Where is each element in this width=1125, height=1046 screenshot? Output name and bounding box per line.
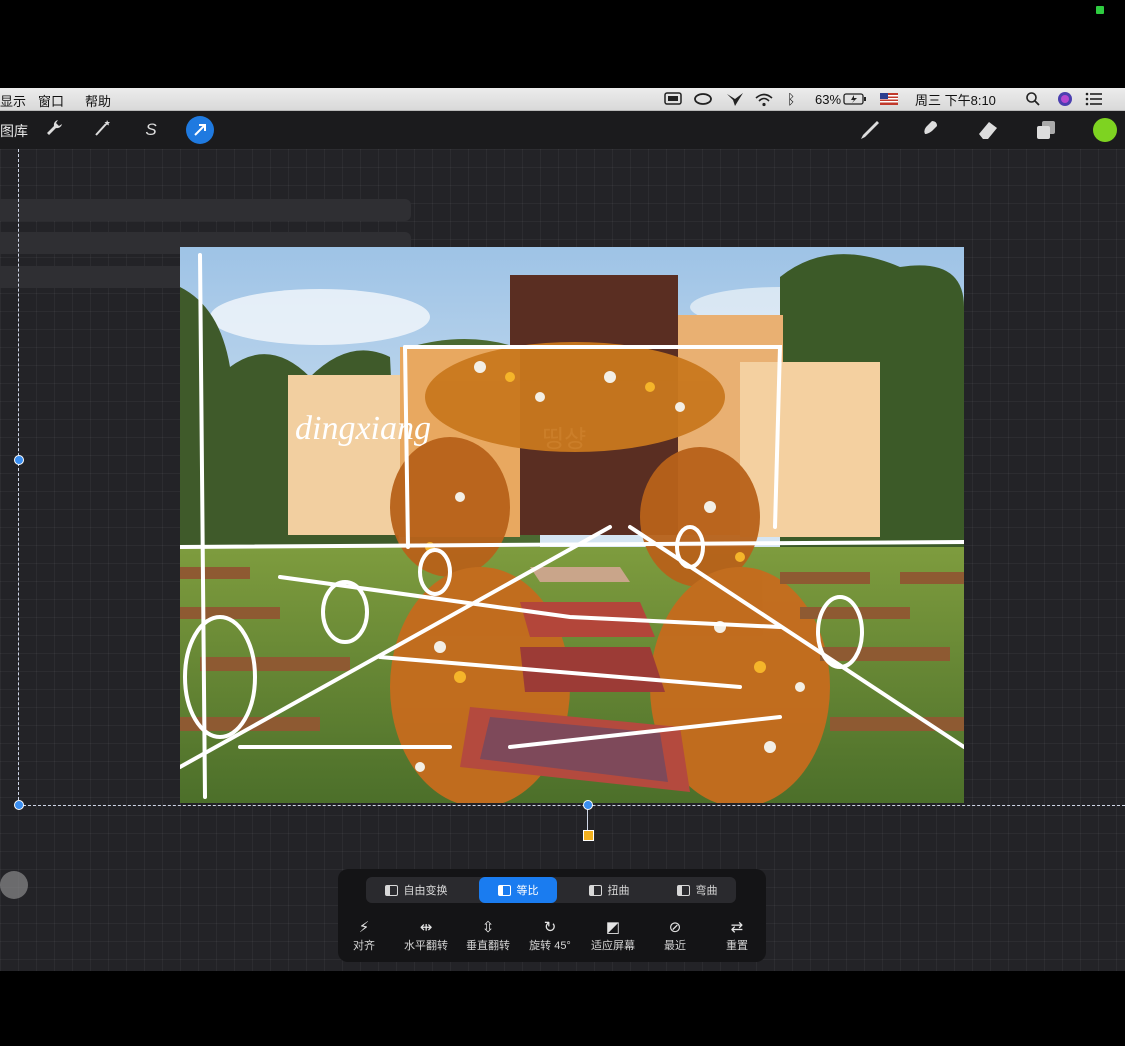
transform-handle-bottom-left[interactable] bbox=[14, 800, 24, 810]
reset-button[interactable]: ⇄ 重置 bbox=[706, 919, 768, 953]
siri-icon[interactable] bbox=[1057, 90, 1073, 108]
mac-menubar: 显示 窗口 帮助 ᛒ 63% 周三 下午8:10 bbox=[0, 88, 1125, 111]
snap-label: 对齐 bbox=[353, 940, 375, 952]
bluetooth-icon[interactable]: ᛒ bbox=[787, 90, 795, 108]
mode-distort-label: 扭曲 bbox=[607, 885, 630, 897]
rotate-45-button[interactable]: ↻ 旋转 45° bbox=[519, 919, 581, 953]
transform-arrow-icon[interactable] bbox=[186, 116, 214, 144]
sidebar-modify-button[interactable] bbox=[0, 871, 28, 899]
flip-horizontal-label: 水平翻转 bbox=[404, 940, 448, 952]
transform-bound-bottom bbox=[18, 805, 1125, 806]
transform-handle-left[interactable] bbox=[14, 455, 24, 465]
warp-icon bbox=[676, 884, 690, 896]
color-picker-swatch[interactable] bbox=[1093, 118, 1117, 142]
spotlight-search-icon[interactable] bbox=[1025, 90, 1041, 108]
transform-bound-left bbox=[18, 149, 19, 805]
selection-icon[interactable]: S bbox=[139, 118, 163, 142]
artwork-image[interactable]: dingxiang 띵샹 bbox=[180, 247, 964, 803]
flip-vertical-label: 垂直翻转 bbox=[466, 940, 510, 952]
reset-label: 重置 bbox=[726, 940, 748, 952]
recording-indicator bbox=[1096, 6, 1104, 14]
mode-warp-label: 弯曲 bbox=[695, 885, 718, 897]
sign-text: dingxiang bbox=[295, 410, 431, 447]
wrench-icon[interactable] bbox=[42, 118, 66, 142]
layers-icon[interactable] bbox=[1034, 118, 1058, 142]
mode-uniform-label: 等比 bbox=[516, 885, 539, 897]
flip-vertical-button[interactable]: ⇳ 垂直翻转 bbox=[457, 919, 519, 953]
recent-icon: ⊘ bbox=[668, 919, 682, 936]
magic-wand-icon[interactable] bbox=[90, 118, 114, 142]
menu-help[interactable]: 帮助 bbox=[85, 91, 111, 110]
mode-uniform[interactable]: 等比 bbox=[479, 877, 557, 903]
battery-icon[interactable] bbox=[843, 90, 867, 108]
uniform-icon bbox=[497, 884, 511, 896]
smudge-icon[interactable] bbox=[917, 118, 941, 142]
fit-screen-label: 适应屏幕 bbox=[591, 940, 635, 952]
mode-freeform-label: 自由变换 bbox=[403, 885, 448, 897]
transform-panel: 自由变换 等比 扭曲 弯曲 ⚡ 对齐 ⇹ 水平翻转 ⇳ 垂直翻转 ↻ 旋转 45… bbox=[338, 869, 766, 962]
mode-distort[interactable]: 扭曲 bbox=[571, 877, 647, 903]
eraser-icon[interactable] bbox=[976, 118, 1000, 142]
procreate-toolbar: 图库 S bbox=[0, 111, 1125, 149]
notification-center-icon[interactable] bbox=[1085, 90, 1103, 108]
creative-cloud-icon[interactable] bbox=[693, 90, 713, 108]
mode-warp[interactable]: 弯曲 bbox=[660, 877, 734, 903]
menu-window[interactable]: 窗口 bbox=[38, 91, 64, 110]
fit-screen-icon: ◩ bbox=[605, 919, 621, 936]
display-icon[interactable] bbox=[664, 90, 682, 108]
menu-display[interactable]: 显示 bbox=[0, 91, 26, 110]
gallery-button[interactable]: 图库 bbox=[0, 121, 28, 141]
reset-icon: ⇄ bbox=[730, 919, 744, 936]
rotate-icon: ↻ bbox=[543, 919, 557, 936]
transform-handle-bottom[interactable] bbox=[583, 800, 593, 810]
letterbox-bottom bbox=[0, 971, 1125, 1046]
rotate-45-label: 旋转 45° bbox=[529, 940, 571, 952]
flip-horizontal-button[interactable]: ⇹ 水平翻转 bbox=[395, 919, 457, 953]
flip-vertical-icon: ⇳ bbox=[481, 919, 495, 936]
transform-mode-strip: 自由变换 等比 扭曲 弯曲 bbox=[366, 877, 736, 903]
brush-icon[interactable] bbox=[858, 118, 882, 142]
rotate-handle[interactable] bbox=[583, 830, 594, 841]
us-flag-icon[interactable] bbox=[880, 90, 898, 108]
menubar-clock[interactable]: 周三 下午8:10 bbox=[915, 90, 996, 108]
fit-screen-button[interactable]: ◩ 适应屏幕 bbox=[582, 919, 644, 953]
snap-icon: ⚡ bbox=[358, 919, 370, 936]
wifi-icon[interactable] bbox=[754, 90, 774, 108]
bird-app-icon[interactable] bbox=[726, 90, 744, 108]
freeform-icon bbox=[384, 884, 398, 896]
recent-button[interactable]: ⊘ 最近 bbox=[644, 919, 706, 953]
battery-percent: 63% bbox=[815, 91, 842, 107]
flip-horizontal-icon: ⇹ bbox=[419, 919, 433, 936]
ghost-brush-slider bbox=[0, 199, 411, 221]
distort-icon bbox=[588, 884, 602, 896]
recent-label: 最近 bbox=[664, 940, 686, 952]
mode-freeform[interactable]: 自由变换 bbox=[368, 877, 464, 903]
snap-button[interactable]: ⚡ 对齐 bbox=[333, 919, 395, 953]
